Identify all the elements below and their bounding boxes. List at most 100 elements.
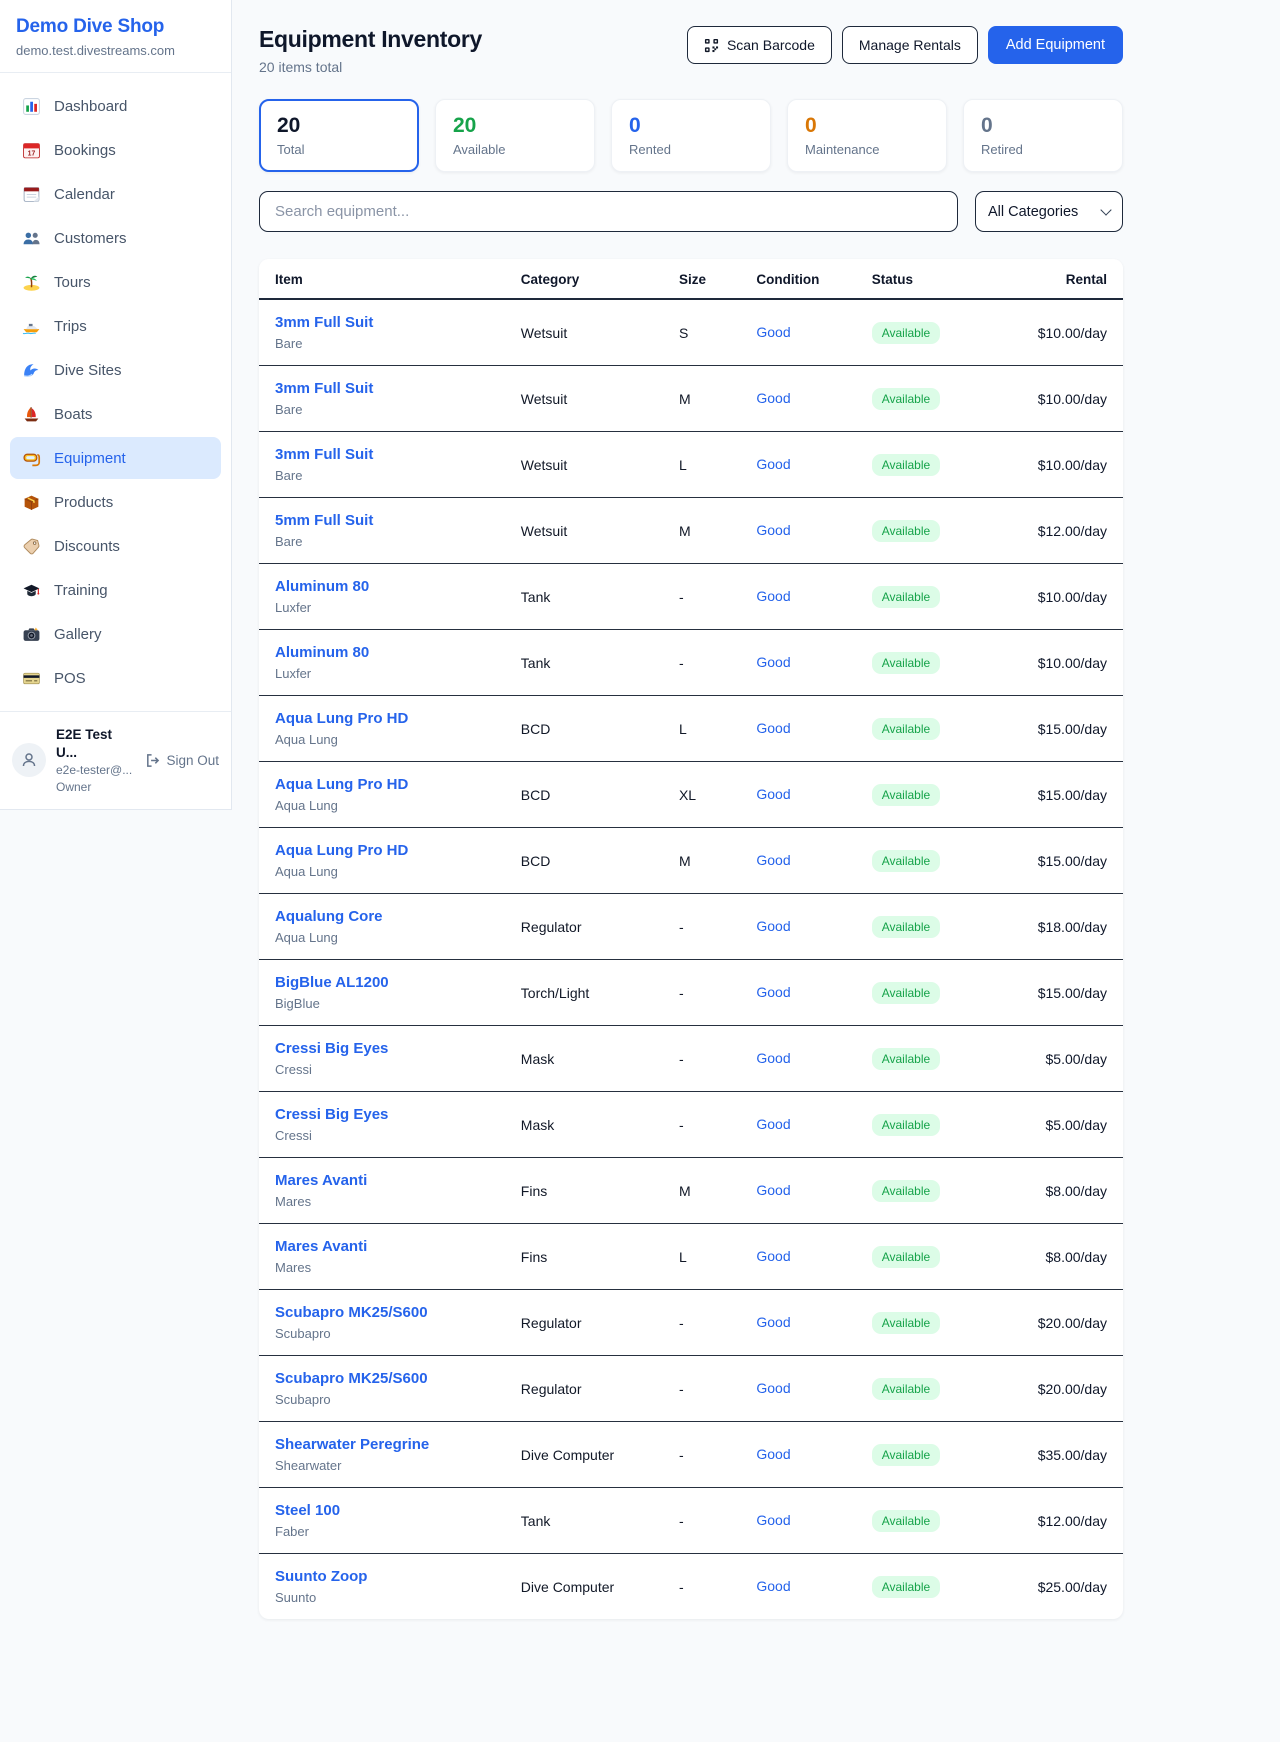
condition-link[interactable]: Good <box>756 984 790 1000</box>
item-link[interactable]: Steel 100 <box>275 1502 340 1519</box>
condition-link[interactable]: Good <box>756 1380 790 1396</box>
table-row: 3mm Full SuitBareWetsuitLGoodAvailable$1… <box>259 432 1123 498</box>
stat-value: 0 <box>629 114 753 138</box>
rental-cell: $8.00/day <box>1022 1158 1123 1224</box>
condition-link[interactable]: Good <box>756 918 790 934</box>
status-badge: Available <box>872 1114 940 1136</box>
stat-card-maintenance[interactable]: 0Maintenance <box>787 99 947 172</box>
item-link[interactable]: 5mm Full Suit <box>275 512 373 529</box>
item-link[interactable]: 3mm Full Suit <box>275 314 373 331</box>
item-link[interactable]: Aqua Lung Pro HD <box>275 776 408 793</box>
sidebar-item-products[interactable]: Products <box>10 481 221 523</box>
condition-link[interactable]: Good <box>756 522 790 538</box>
sidebar-item-trips[interactable]: Trips <box>10 305 221 347</box>
sidebar-item-equipment[interactable]: Equipment <box>10 437 221 479</box>
table-row: Scubapro MK25/S600ScubaproRegulator-Good… <box>259 1356 1123 1422</box>
stat-card-total[interactable]: 20Total <box>259 99 419 172</box>
size-cell: L <box>663 1224 740 1290</box>
sidebar-item-dive-sites[interactable]: Dive Sites <box>10 349 221 391</box>
sidebar-item-label: Bookings <box>54 142 116 159</box>
rental-cell: $15.00/day <box>1022 762 1123 828</box>
search-input[interactable] <box>259 191 958 232</box>
size-cell: - <box>663 1290 740 1356</box>
table-row: Cressi Big EyesCressiMask-GoodAvailable$… <box>259 1092 1123 1158</box>
item-link[interactable]: Cressi Big Eyes <box>275 1040 388 1057</box>
condition-link[interactable]: Good <box>756 1512 790 1528</box>
category-cell: Tank <box>505 630 663 696</box>
category-cell: Fins <box>505 1224 663 1290</box>
item-link[interactable]: Scubapro MK25/S600 <box>275 1370 428 1387</box>
condition-link[interactable]: Good <box>756 1182 790 1198</box>
sidebar-item-training[interactable]: Training <box>10 569 221 611</box>
category-select-wrap: All Categories <box>975 191 1123 232</box>
condition-link[interactable]: Good <box>756 456 790 472</box>
sidebar-item-calendar[interactable]: Calendar <box>10 173 221 215</box>
condition-link[interactable]: Good <box>756 654 790 670</box>
sidebar-item-discounts[interactable]: Discounts <box>10 525 221 567</box>
condition-link[interactable]: Good <box>756 588 790 604</box>
scan-barcode-button[interactable]: Scan Barcode <box>687 26 832 64</box>
condition-link[interactable]: Good <box>756 720 790 736</box>
rental-cell: $10.00/day <box>1022 564 1123 630</box>
condition-link[interactable]: Good <box>756 324 790 340</box>
add-equipment-button[interactable]: Add Equipment <box>988 26 1123 64</box>
item-link[interactable]: Aluminum 80 <box>275 644 369 661</box>
condition-link[interactable]: Good <box>756 1116 790 1132</box>
qr-code-icon <box>704 38 719 53</box>
size-cell: M <box>663 366 740 432</box>
sidebar-item-tours[interactable]: Tours <box>10 261 221 303</box>
item-link[interactable]: Scubapro MK25/S600 <box>275 1304 428 1321</box>
item-link[interactable]: BigBlue AL1200 <box>275 974 389 991</box>
stat-card-retired[interactable]: 0Retired <box>963 99 1123 172</box>
item-link[interactable]: Shearwater Peregrine <box>275 1436 429 1453</box>
sidebar-nav: Dashboard17BookingsCalendarCustomersTour… <box>0 73 231 711</box>
condition-link[interactable]: Good <box>756 852 790 868</box>
category-cell: Mask <box>505 1092 663 1158</box>
item-link[interactable]: Mares Avanti <box>275 1238 367 1255</box>
category-cell: BCD <box>505 828 663 894</box>
sidebar-item-pos[interactable]: POS <box>10 657 221 699</box>
sidebar-item-gallery[interactable]: Gallery <box>10 613 221 655</box>
condition-link[interactable]: Good <box>756 1314 790 1330</box>
rental-cell: $15.00/day <box>1022 960 1123 1026</box>
item-link[interactable]: Suunto Zoop <box>275 1568 367 1585</box>
condition-link[interactable]: Good <box>756 1446 790 1462</box>
table-row: 3mm Full SuitBareWetsuitMGoodAvailable$1… <box>259 366 1123 432</box>
sign-out-button[interactable]: Sign Out <box>145 753 219 768</box>
sidebar-item-dashboard[interactable]: Dashboard <box>10 85 221 127</box>
table-row: Scubapro MK25/S600ScubaproRegulator-Good… <box>259 1290 1123 1356</box>
category-select[interactable]: All Categories <box>975 191 1123 232</box>
item-link[interactable]: Aqua Lung Pro HD <box>275 710 408 727</box>
category-cell: BCD <box>505 696 663 762</box>
item-link[interactable]: 3mm Full Suit <box>275 446 373 463</box>
sidebar-item-bookings[interactable]: 17Bookings <box>10 129 221 171</box>
condition-link[interactable]: Good <box>756 390 790 406</box>
condition-link[interactable]: Good <box>756 1050 790 1066</box>
item-link[interactable]: Aqualung Core <box>275 908 383 925</box>
brand-title: Demo Dive Shop <box>16 16 215 38</box>
bar-chart-icon <box>22 97 41 116</box>
category-cell: Dive Computer <box>505 1422 663 1488</box>
user-email: e2e-tester@... <box>56 762 135 778</box>
manage-rentals-button[interactable]: Manage Rentals <box>842 26 978 64</box>
sidebar-item-boats[interactable]: Boats <box>10 393 221 435</box>
size-cell: - <box>663 1092 740 1158</box>
item-link[interactable]: Cressi Big Eyes <box>275 1106 388 1123</box>
item-brand: Mares <box>275 1260 489 1275</box>
rental-cell: $12.00/day <box>1022 498 1123 564</box>
condition-link[interactable]: Good <box>756 1578 790 1594</box>
item-link[interactable]: Aluminum 80 <box>275 578 369 595</box>
stat-card-rented[interactable]: 0Rented <box>611 99 771 172</box>
item-link[interactable]: 3mm Full Suit <box>275 380 373 397</box>
table-row: Aluminum 80LuxferTank-GoodAvailable$10.0… <box>259 630 1123 696</box>
table-row: Steel 100FaberTank-GoodAvailable$12.00/d… <box>259 1488 1123 1554</box>
sidebar-item-customers[interactable]: Customers <box>10 217 221 259</box>
item-link[interactable]: Mares Avanti <box>275 1172 367 1189</box>
column-header-size: Size <box>663 259 740 299</box>
condition-link[interactable]: Good <box>756 1248 790 1264</box>
size-cell: - <box>663 564 740 630</box>
condition-link[interactable]: Good <box>756 786 790 802</box>
stat-card-available[interactable]: 20Available <box>435 99 595 172</box>
scan-barcode-label: Scan Barcode <box>727 37 815 53</box>
item-link[interactable]: Aqua Lung Pro HD <box>275 842 408 859</box>
